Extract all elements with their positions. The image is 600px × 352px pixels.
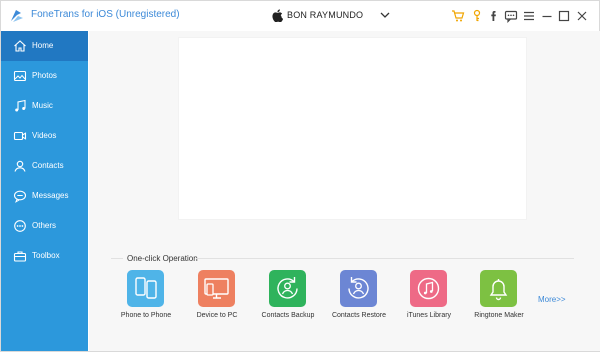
phone-to-phone-icon: [127, 270, 164, 307]
phone-to-phone-button[interactable]: Phone to Phone: [111, 270, 181, 326]
device-name: BON RAYMUNDO: [287, 10, 364, 20]
device-to-pc-button[interactable]: Device to PC: [182, 270, 252, 326]
itunes-library-button[interactable]: iTunes Library: [394, 270, 464, 326]
sidebar-item-label: Others: [32, 221, 57, 230]
app-logo-icon: [11, 10, 23, 22]
op-label: Device to PC: [196, 312, 238, 319]
messages-icon: [13, 189, 27, 203]
video-icon: [13, 129, 27, 143]
more-link[interactable]: More>>: [538, 295, 566, 304]
menu-icon[interactable]: [522, 9, 536, 23]
sidebar-item-others[interactable]: Others: [1, 211, 88, 241]
contacts-backup-button[interactable]: Contacts Backup: [253, 270, 323, 326]
cart-icon[interactable]: [451, 9, 465, 23]
sidebar-item-home[interactable]: Home: [1, 31, 88, 61]
device-selector[interactable]: BON RAYMUNDO: [272, 9, 392, 23]
sidebar-item-photos[interactable]: Photos: [1, 61, 88, 91]
op-label: Contacts Backup: [261, 312, 315, 319]
device-to-pc-icon: [198, 270, 235, 307]
sidebar-item-label: Music: [32, 101, 53, 110]
app-window: FoneTrans for iOS (Unregistered) BON RAY…: [0, 0, 600, 352]
section-title: One-click Operation: [127, 254, 198, 263]
others-icon: [13, 219, 27, 233]
app-title: FoneTrans for iOS (Unregistered): [31, 9, 180, 20]
divider: [111, 258, 123, 259]
sidebar-item-music[interactable]: Music: [1, 91, 88, 121]
sidebar-item-label: Toolbox: [32, 251, 60, 260]
chevron-down-icon: [380, 12, 390, 18]
itunes-library-icon: [410, 270, 447, 307]
close-icon[interactable]: [575, 9, 589, 23]
sidebar: Home Photos Music Videos Contacts Messag…: [1, 31, 88, 351]
sidebar-item-label: Home: [32, 41, 54, 50]
sidebar-item-messages[interactable]: Messages: [1, 181, 88, 211]
sidebar-item-label: Videos: [32, 131, 57, 140]
ringtone-maker-icon: [480, 270, 517, 307]
minimize-icon[interactable]: [540, 9, 554, 23]
ringtone-maker-button[interactable]: Ringtone Maker: [464, 270, 534, 326]
op-label: Contacts Restore: [331, 312, 387, 319]
title-bar: FoneTrans for iOS (Unregistered) BON RAY…: [1, 1, 599, 31]
op-label: Phone to Phone: [120, 312, 172, 319]
op-label: Ringtone Maker: [474, 312, 524, 319]
maximize-icon[interactable]: [557, 9, 571, 23]
sidebar-item-label: Contacts: [32, 161, 64, 170]
toolbox-icon: [13, 249, 27, 263]
sidebar-item-toolbox[interactable]: Toolbox: [1, 241, 88, 271]
contacts-icon: [13, 159, 27, 173]
music-icon: [13, 99, 27, 113]
divider: [196, 258, 574, 259]
key-icon[interactable]: [470, 9, 484, 23]
home-icon: [13, 39, 27, 53]
contacts-restore-button[interactable]: Contacts Restore: [324, 270, 394, 326]
photo-icon: [13, 69, 27, 83]
contacts-backup-icon: [269, 270, 306, 307]
sidebar-item-label: Messages: [32, 191, 69, 200]
sidebar-item-videos[interactable]: Videos: [1, 121, 88, 151]
apple-icon: [272, 9, 283, 22]
op-label: iTunes Library: [406, 312, 452, 319]
chat-icon[interactable]: [504, 9, 518, 23]
facebook-icon[interactable]: [487, 9, 501, 23]
sidebar-item-label: Photos: [32, 71, 57, 80]
contacts-restore-icon: [340, 270, 377, 307]
device-preview-area: [179, 38, 526, 219]
sidebar-item-contacts[interactable]: Contacts: [1, 151, 88, 181]
